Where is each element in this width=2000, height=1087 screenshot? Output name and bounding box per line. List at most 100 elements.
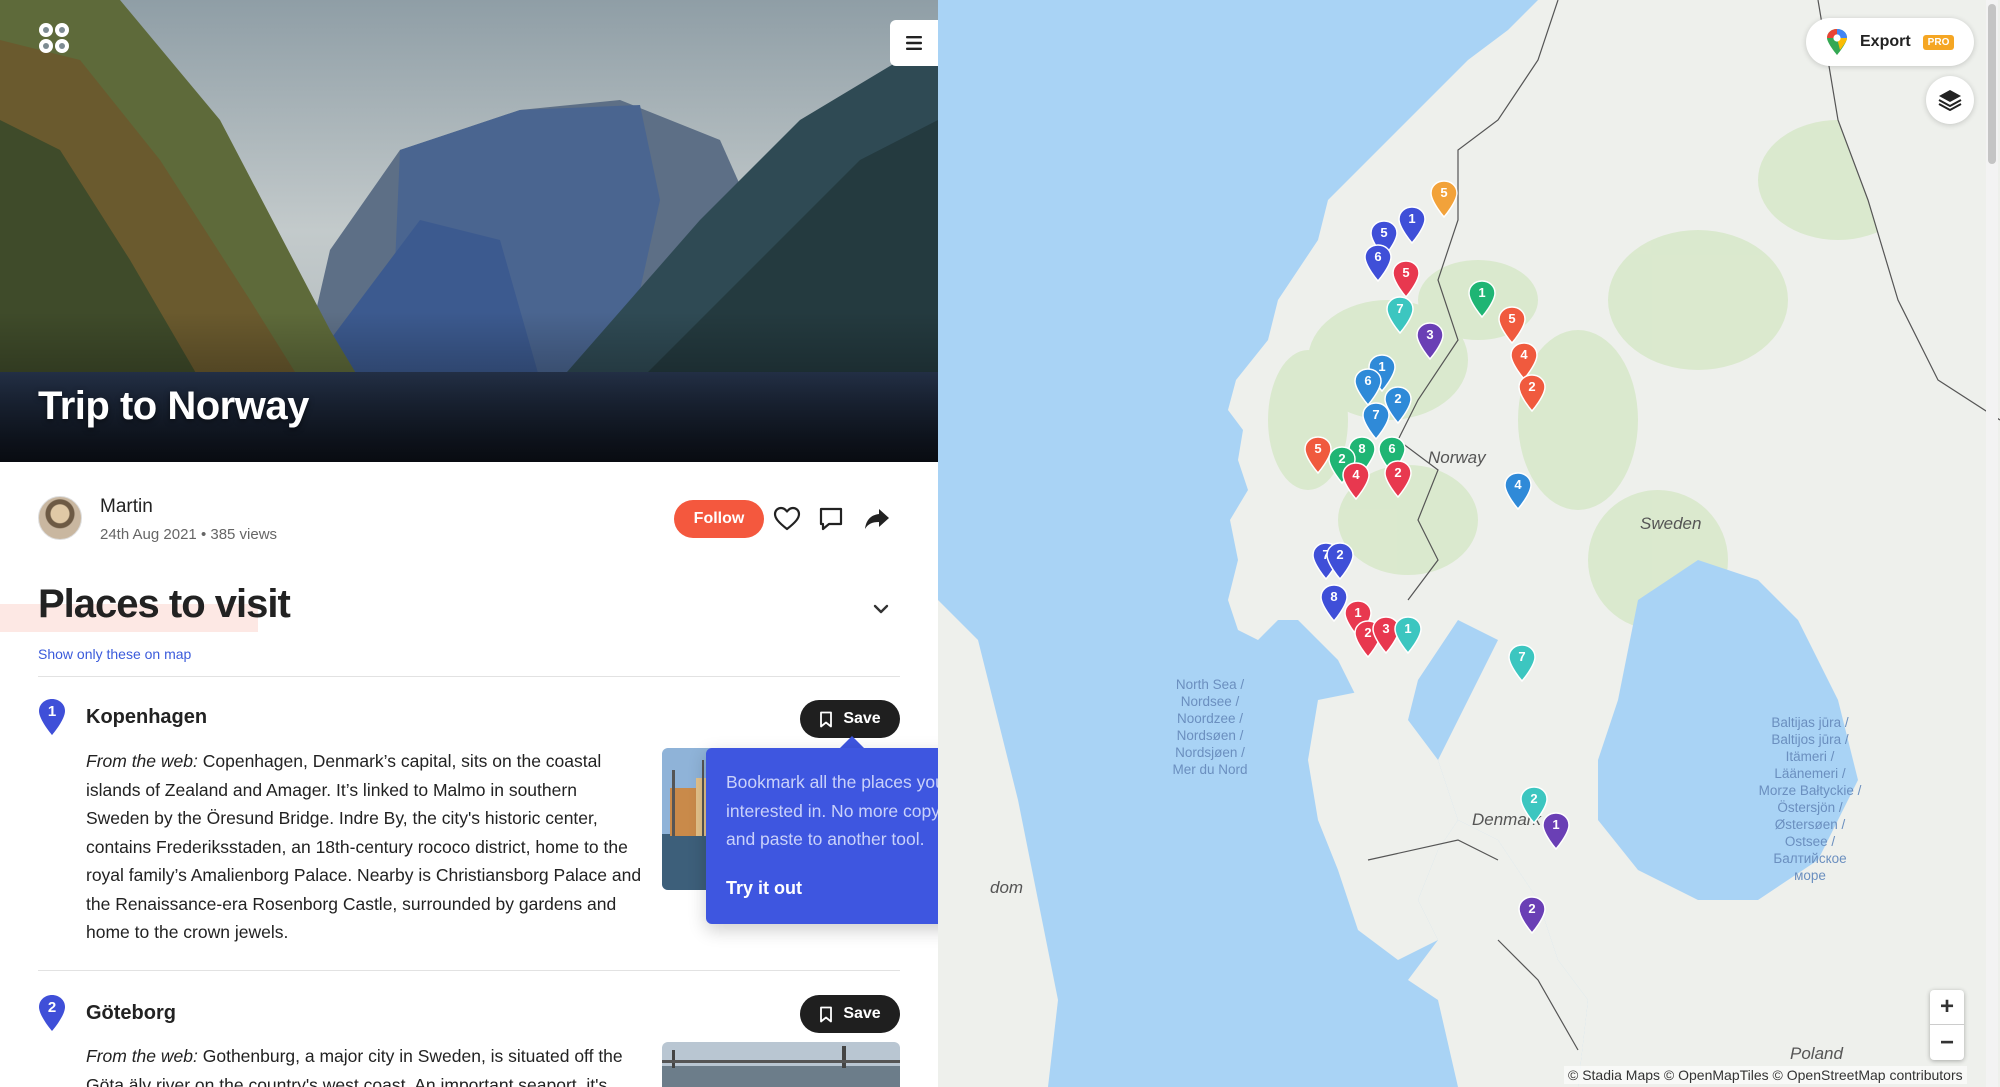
chevron-down-icon[interactable]	[866, 594, 896, 624]
map-pin-label: 1	[1478, 285, 1486, 300]
map-label-north-sea: North Sea / Nordsee / Noordzee / Nordsøe…	[1172, 677, 1248, 777]
avatar[interactable]	[38, 496, 82, 540]
description-text: Copenhagen, Denmark’s capital, sits on t…	[86, 751, 642, 942]
heart-icon[interactable]	[772, 504, 802, 534]
layers-icon	[1938, 90, 1962, 111]
save-button[interactable]: Save	[800, 995, 900, 1033]
scrollbar[interactable]	[1986, 0, 1998, 1087]
map-pin[interactable]: 1	[1398, 206, 1426, 245]
map-pin-label: 5	[1508, 311, 1516, 326]
meta-separator: •	[200, 526, 211, 543]
comment-icon[interactable]	[816, 504, 846, 534]
map-pin[interactable]: 2	[1518, 896, 1546, 935]
place-number: 2	[48, 999, 56, 1016]
scrollbar-thumb[interactable]	[1988, 4, 1996, 164]
map-pin[interactable]: 7	[1386, 296, 1414, 335]
map-pin-label: 4	[1514, 477, 1522, 492]
tooltip-text: Bookmark all the places you’re intereste…	[726, 772, 965, 849]
map-pin[interactable]: 1	[1394, 616, 1422, 655]
map-pin[interactable]: 2	[1326, 542, 1354, 581]
place-photo[interactable]	[662, 1042, 900, 1087]
map-pin-label: 7	[1518, 649, 1526, 664]
follow-button[interactable]: Follow	[674, 500, 764, 538]
show-on-map-link[interactable]: Show only these on map	[38, 646, 191, 662]
map-pin-label: 6	[1388, 441, 1396, 456]
map-label-norway: Norway	[1428, 448, 1486, 467]
map-pin-label: 2	[1530, 791, 1538, 806]
export-label: Export	[1860, 33, 1911, 50]
map-pin[interactable]: 2	[1384, 460, 1412, 499]
map-pin[interactable]: 5	[1430, 180, 1458, 219]
bookmark-icon	[820, 711, 833, 727]
map-pin-label: 5	[1380, 225, 1388, 240]
map-pin-label: 5	[1402, 265, 1410, 280]
map-pin-label: 1	[1354, 605, 1362, 620]
map-pin[interactable]: 4	[1342, 462, 1370, 501]
description-source: From the web:	[86, 751, 198, 771]
map-pin-label: 4	[1352, 467, 1360, 482]
place-description: From the web: Copenhagen, Denmark’s capi…	[86, 747, 642, 947]
map-pin-label: 7	[1396, 301, 1404, 316]
map-pin-label: 1	[1552, 817, 1560, 832]
view-count: 385 views	[210, 526, 278, 543]
post-meta: 24th Aug 2021 • 385 views	[100, 526, 277, 543]
post-date: 24th Aug 2021	[100, 526, 197, 543]
map-pin[interactable]: 6	[1354, 368, 1382, 407]
place-name[interactable]: Kopenhagen	[86, 706, 207, 729]
map-pin-label: 1	[1408, 211, 1416, 226]
map-pin[interactable]: 3	[1416, 322, 1444, 361]
map-pin-label: 2	[1394, 465, 1402, 480]
map-pin-label: 5	[1440, 185, 1448, 200]
zoom-out-button[interactable]: −	[1930, 1025, 1964, 1060]
pro-badge: PRO	[1922, 34, 1955, 50]
layers-button[interactable]	[1926, 76, 1974, 124]
map-pin-label: 3	[1426, 327, 1434, 342]
save-label: Save	[843, 710, 881, 727]
try-it-out-button[interactable]: Try it out	[726, 878, 802, 899]
place-number-pin: 1	[39, 699, 65, 735]
share-icon[interactable]	[862, 504, 892, 534]
section-title: Places to visit	[38, 582, 291, 626]
map-label-sweden: Sweden	[1640, 514, 1702, 533]
map-attribution[interactable]: © Stadia Maps © OpenMapTiles © OpenStree…	[1564, 1066, 1967, 1084]
map-pin[interactable]: 1	[1542, 812, 1570, 851]
map-pin[interactable]: 4	[1504, 472, 1532, 511]
export-button[interactable]: Export PRO	[1806, 18, 1974, 66]
map-pin[interactable]: 7	[1362, 402, 1390, 441]
map-pin-label: 4	[1520, 347, 1528, 362]
zoom-control: + −	[1930, 990, 1964, 1060]
author-name[interactable]: Martin	[100, 496, 153, 518]
map-pin-label: 7	[1372, 407, 1380, 422]
map-pin-label: 2	[1528, 379, 1536, 394]
map-pin[interactable]: 7	[1508, 644, 1536, 683]
hero-image: Trip to Norway	[0, 0, 938, 462]
place-number: 1	[48, 703, 56, 720]
basemap	[938, 0, 2000, 1087]
divider	[38, 970, 900, 971]
map[interactable]: Norway Sweden Denmark Poland dom North S…	[938, 0, 2000, 1087]
hamburger-icon	[906, 36, 922, 50]
map-pin-label: 2	[1336, 547, 1344, 562]
zoom-in-button[interactable]: +	[1930, 990, 1964, 1025]
menu-button[interactable]	[890, 20, 938, 66]
place-number-pin: 2	[39, 995, 65, 1031]
map-pin-label: 2	[1528, 901, 1536, 916]
map-pin[interactable]: 2	[1518, 374, 1546, 413]
trip-title: Trip to Norway	[38, 384, 309, 428]
map-pin[interactable]: 5	[1392, 260, 1420, 299]
map-pin-label: 6	[1374, 249, 1382, 264]
map-pin-label: 6	[1364, 373, 1372, 388]
save-button[interactable]: Save	[800, 700, 900, 738]
bookmark-icon	[820, 1006, 833, 1022]
map-pin[interactable]: 5	[1498, 306, 1526, 345]
place-name[interactable]: Göteborg	[86, 1002, 176, 1025]
description-source: From the web:	[86, 1046, 198, 1066]
map-pin-label: 1	[1404, 621, 1412, 636]
map-pin[interactable]: 6	[1364, 244, 1392, 283]
map-pin[interactable]: 1	[1468, 280, 1496, 319]
city-photo	[662, 1042, 900, 1087]
app-logo[interactable]	[36, 20, 72, 56]
author-row: Martin 24th Aug 2021 • 385 views Follow	[38, 492, 898, 548]
tooltip-arrow	[840, 736, 864, 748]
google-maps-icon	[1827, 29, 1847, 55]
